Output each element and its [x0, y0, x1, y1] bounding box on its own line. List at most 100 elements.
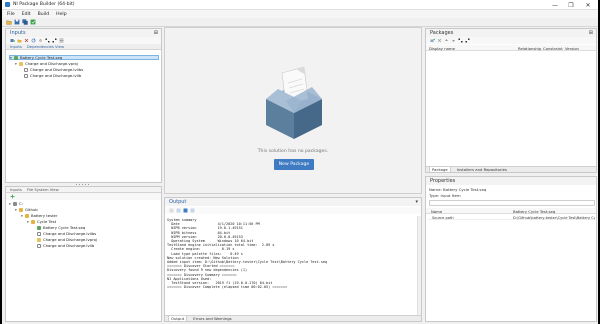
property-value: D:\Github\battery-tester\Cycle Test\Batt… [513, 215, 595, 220]
menu-help[interactable]: Help [56, 12, 66, 17]
package-editor-area: This solution has no packages. New Packa… [164, 27, 422, 194]
package-builder-window: NI Package Builder (64-bit) — ❐ ✕ File E… [2, 0, 598, 324]
packages-panel-header: Packages ⊞ [426, 29, 596, 37]
copy-output-icon[interactable] [176, 208, 181, 213]
close-button[interactable]: ✕ [580, 0, 596, 10]
sequence-file-icon [14, 55, 18, 60]
tab-inputs[interactable]: Inputs [10, 44, 22, 49]
tab-dependencies-view[interactable]: Dependencies View [27, 44, 64, 49]
tab-installers-and-repositories[interactable]: Installers and Repositories [455, 167, 509, 172]
file-icon [37, 243, 41, 248]
fs-tree-item-github[interactable]: ▾ Github [15, 207, 38, 212]
expand-all-icon[interactable] [45, 38, 50, 43]
save-icon[interactable] [14, 19, 20, 25]
properties-table-header: Name Battery Cycle Test.seq [426, 208, 596, 214]
tree-item-label: Cycle Test [37, 219, 57, 224]
window-title: NI Package Builder (64-bit) [13, 2, 75, 7]
tab-errors-and-warnings[interactable]: Errors and Warnings [191, 316, 233, 321]
open-icon[interactable] [6, 19, 12, 25]
add-input-icon[interactable] [10, 38, 15, 43]
folder-icon [31, 219, 35, 224]
tab-inputs-fs[interactable]: Inputs [10, 187, 22, 192]
inputs-panel-header: Inputs ⊞ [6, 29, 161, 37]
minimize-button[interactable]: — [547, 0, 563, 10]
property-name-line: Name: Battery Cycle Test.seq [429, 187, 487, 192]
save-all-icon[interactable] [22, 19, 28, 25]
tree-item-label: Battery Cycle Test.seq [43, 225, 86, 230]
inputs-panel-title: Inputs [10, 30, 26, 36]
menu-build[interactable]: Build [38, 12, 50, 17]
add-package-icon[interactable] [430, 38, 435, 43]
column-display-name[interactable]: Display name [429, 46, 455, 51]
tree-item-label: C: [19, 201, 23, 206]
folder-icon [19, 207, 23, 212]
fs-tree-item-battery-tester[interactable]: ▾ Battery tester [21, 213, 57, 218]
project-icon [19, 61, 23, 66]
fs-tree-item-c-drive[interactable]: ▾ C: [9, 201, 23, 206]
project-icon [37, 237, 41, 242]
tab-output[interactable]: Output [168, 315, 188, 321]
file-icon [37, 231, 41, 236]
expand-all-icon[interactable] [458, 38, 463, 43]
new-package-button[interactable]: New Package [274, 159, 314, 170]
properties-panel: Properties Name: Battery Cycle Test.seq … [425, 176, 597, 322]
pin-icon[interactable]: ⊞ [154, 30, 158, 36]
inputs-view-tabs: Inputs Dependencies View [6, 44, 161, 50]
maximize-button[interactable]: ❐ [563, 0, 579, 10]
build-icon[interactable] [30, 19, 36, 25]
tree-options-icon[interactable] [59, 38, 64, 43]
tree-item-charge-discharge-project[interactable]: ▾ Charge and Discharge.vproj [15, 61, 78, 66]
collapse-all-icon[interactable] [52, 38, 57, 43]
move-up-icon[interactable] [444, 38, 449, 43]
property-search-input[interactable] [429, 200, 595, 206]
panel-menu-icon[interactable]: ▾ [415, 199, 418, 205]
output-panel: Output ▾ System summary Date 4/1/2020 10… [164, 197, 422, 322]
tree-item-battery-cycle-test[interactable]: ▾ Battery Cycle Test.seq [9, 55, 159, 60]
fs-tree-item-lvlibs[interactable]: Charge and Discharge.lvlibs [37, 231, 96, 236]
tree-item-charge-discharge-lvlibs[interactable]: Charge and Discharge.lvlibs [24, 67, 83, 72]
menu-file[interactable]: File [7, 12, 15, 17]
main-toolbar [2, 18, 598, 27]
tab-package[interactable]: Package [429, 166, 451, 172]
inputs-panel: Inputs ⊞ Inputs Dependencies View ▾ Batt… [5, 28, 162, 183]
packages-panel: Packages ⊞ Display name Relationship Con… [425, 28, 597, 173]
sequence-file-icon [37, 225, 41, 230]
property-key: Source path [432, 215, 454, 220]
properties-panel-header: Properties [426, 177, 596, 185]
settings-icon[interactable] [38, 38, 43, 43]
tab-file-system-view[interactable]: File System View [27, 187, 59, 192]
menu-edit[interactable]: Edit [22, 12, 31, 17]
column-constraint[interactable]: Constraint [543, 46, 563, 51]
packages-table-header: Display name Relationship Constraint Ver… [426, 45, 596, 51]
refresh-icon[interactable] [31, 38, 36, 43]
fs-tree-item-battery-cycle-test[interactable]: Battery Cycle Test.seq [37, 225, 85, 230]
add-folder-icon[interactable] [17, 38, 22, 43]
tree-item-charge-discharge-lvlib[interactable]: Charge and Discharge.lvlib [24, 73, 81, 78]
file-system-panel: Inputs File System View ▾ C: ▾ Github ▾ … [5, 186, 162, 322]
tree-item-label: Battery Cycle Test.seq [20, 55, 63, 60]
filter-output-icon[interactable] [190, 208, 195, 213]
title-bar: NI Package Builder (64-bit) — ❐ ✕ [2, 0, 598, 10]
collapse-all-icon[interactable] [465, 38, 470, 43]
tree-item-label: Charge and Discharge.lvlibs [30, 67, 84, 72]
tree-item-label: Charge and Discharge.lvproj [43, 237, 97, 242]
tree-item-label: Battery tester [31, 213, 58, 218]
word-wrap-icon[interactable] [183, 208, 188, 213]
column-relationship[interactable]: Relationship [518, 46, 541, 51]
tree-item-label: Charge and Discharge.lvlib [43, 243, 95, 248]
output-scrollbar[interactable] [417, 216, 421, 315]
column-property-value: Battery Cycle Test.seq [513, 209, 556, 214]
property-type-line: Type: Input Item [429, 193, 461, 198]
move-down-icon[interactable] [451, 38, 456, 43]
fs-tree-item-cycle-test[interactable]: ▾ Cycle Test [27, 219, 56, 224]
property-row-source-path[interactable]: Source path D:\Github\battery-tester\Cyc… [428, 215, 595, 220]
add-to-inputs-icon[interactable] [10, 194, 15, 199]
fs-tree-item-lvlib[interactable]: Charge and Discharge.lvlib [37, 243, 94, 248]
column-version[interactable]: Version [565, 46, 579, 51]
pin-icon[interactable]: ⊞ [589, 30, 593, 36]
tree-item-label: Charge and Discharge.lvlib [30, 73, 82, 78]
clear-output-icon[interactable] [169, 208, 174, 213]
remove-icon[interactable] [24, 38, 29, 43]
fs-tree-item-lvproj[interactable]: Charge and Discharge.lvproj [37, 237, 97, 242]
remove-package-icon[interactable] [437, 38, 442, 43]
